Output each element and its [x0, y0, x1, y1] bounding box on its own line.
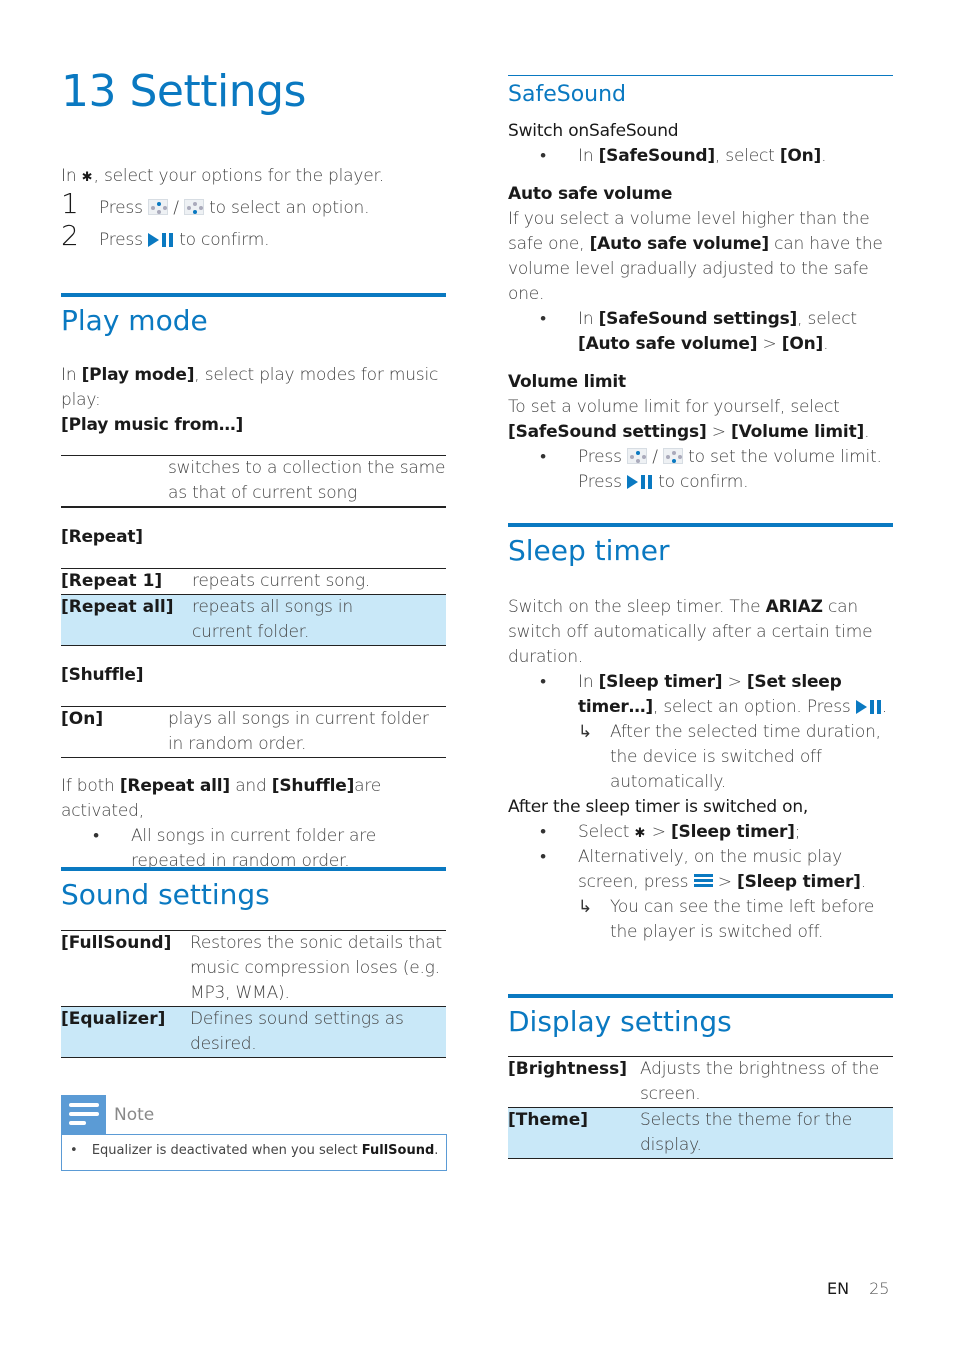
intro: In ✱, select your options for the player…	[61, 164, 461, 253]
section-bar	[508, 523, 893, 527]
volume-limit-text: To set a volume limit for yourself, sele…	[508, 397, 870, 442]
section-bar	[61, 867, 446, 871]
display-settings-heading: Display settings	[508, 1005, 732, 1038]
safesound-heading: SafeSound	[508, 82, 627, 107]
list-item: • In [SafeSound], select [On].	[508, 144, 893, 169]
table-row: [FullSound] Restores the sonic details t…	[61, 931, 446, 1007]
note: Note • Equalizer is deactivated when you…	[61, 1095, 447, 1171]
result-arrow-icon: ↳	[578, 722, 593, 742]
sleep-timer-intro: Switch on the sleep timer. The ARIAZ can…	[508, 597, 873, 667]
list-item: • Alternatively, on the music play scree…	[508, 845, 893, 945]
settings-gear-icon: ✱	[81, 170, 93, 185]
result-arrow-icon: ↳	[578, 897, 593, 917]
sound-settings-heading: Sound settings	[61, 878, 270, 911]
bullet-icon: •	[540, 672, 546, 692]
table-row: [Theme] Selects the theme for the displa…	[508, 1107, 893, 1159]
note-header: Note	[61, 1095, 447, 1134]
both-activated-text: If both [Repeat all] and [Shuffle]are ac…	[61, 776, 382, 821]
section-bar	[61, 293, 446, 297]
page-title: 13 Settings	[61, 66, 306, 117]
bullet-icon: •	[540, 146, 546, 166]
play-mode-section: Play mode In [Play mode], select play mo…	[61, 293, 446, 874]
table-row: switches to a collection the same as tha…	[168, 458, 446, 503]
safesound-section: SafeSound Switch onSafeSound • In [SafeS…	[508, 75, 893, 495]
intro-line: In ✱, select your options for the player…	[61, 166, 384, 186]
step-2: 2 Press to confirm.	[61, 219, 270, 252]
table-row: [Repeat all] repeats all songs in curren…	[61, 594, 446, 646]
step-1: 1 Press / to select an option.	[61, 187, 370, 220]
sleep-timer-heading: Sleep timer	[508, 534, 670, 567]
nav-up-icon	[147, 199, 168, 215]
display-settings-section: Display settings [Brightness] Adjusts th…	[508, 994, 893, 1159]
list-item: • In [SafeSound settings], select [Auto …	[508, 307, 893, 357]
table-row: [Equalizer] Defines sound settings as de…	[61, 1006, 446, 1058]
play-mode-heading: Play mode	[61, 304, 208, 337]
play-pause-icon	[147, 233, 174, 247]
nav-down-icon	[662, 448, 683, 464]
footer: EN 25	[827, 1279, 889, 1298]
result-item: ↳ After the selected time duration, the …	[578, 720, 893, 795]
display-settings-table: [Brightness] Adjusts the brightness of t…	[508, 1056, 893, 1159]
play-from-table: switches to a collection the same as tha…	[61, 455, 446, 508]
sleep-timer-section: Sleep timer Switch on the sleep timer. T…	[508, 523, 893, 945]
shuffle-table: [On] plays all songs in current folder i…	[61, 706, 446, 758]
list-item: • In [Sleep timer] > [Set sleep timer…],…	[508, 670, 893, 795]
menu-icon	[693, 874, 713, 888]
table-row: [Brightness] Adjusts the brightness of t…	[508, 1057, 893, 1108]
table-row: [Repeat 1] repeats current song.	[61, 569, 446, 595]
auto-safe-volume-heading: Auto safe volume	[508, 184, 673, 204]
switch-on-label: Switch onSafeSound	[508, 121, 679, 141]
settings-gear-icon: ✱	[634, 826, 646, 841]
footer-language: EN	[827, 1279, 850, 1298]
play-pause-icon	[626, 475, 653, 489]
list-item: • Press / to set the volume limit. Press…	[508, 445, 893, 495]
page-number: 25	[869, 1279, 890, 1298]
note-body: • Equalizer is deactivated when you sele…	[61, 1134, 447, 1171]
auto-safe-volume-text: If you select a volume level higher than…	[508, 209, 883, 304]
note-icon	[61, 1095, 106, 1134]
nav-up-icon	[626, 448, 647, 464]
bullet-icon: •	[540, 447, 546, 467]
bullet-icon: •	[540, 847, 546, 867]
sound-settings-section: Sound settings [FullSound] Restores the …	[61, 867, 446, 1058]
play-pause-icon	[855, 700, 882, 714]
bullet-icon: •	[540, 309, 546, 329]
volume-limit-heading: Volume limit	[508, 372, 626, 392]
list-item: • Select ✱ > [Sleep timer];	[508, 820, 893, 845]
shuffle-label: [Shuffle]	[61, 665, 144, 685]
section-rule	[508, 75, 893, 76]
repeat-table: [Repeat 1] repeats current song. [Repeat…	[61, 568, 446, 646]
repeat-label: [Repeat]	[61, 527, 143, 547]
play-music-from-label: [Play music from…]	[61, 415, 244, 435]
play-mode-intro: In [Play mode], select play modes for mu…	[61, 365, 439, 410]
after-switched-on-heading: After the sleep timer is switched on,	[508, 797, 809, 817]
bullet-icon: •	[540, 822, 546, 842]
section-bar	[508, 994, 893, 998]
table-row: [On] plays all songs in current folder i…	[61, 709, 429, 754]
result-item: ↳ You can see the time left before the p…	[578, 895, 893, 945]
sound-settings-table: [FullSound] Restores the sonic details t…	[61, 930, 446, 1058]
note-label: Note	[114, 1104, 155, 1125]
bullet-icon: •	[70, 1143, 78, 1158]
nav-down-icon	[183, 199, 204, 215]
